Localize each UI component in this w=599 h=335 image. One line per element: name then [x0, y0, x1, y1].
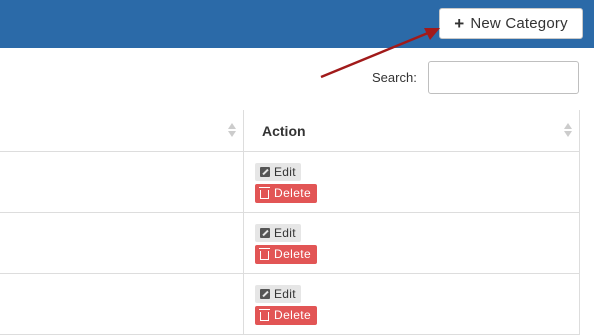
delete-button[interactable]: Delete: [255, 244, 318, 264]
trash-icon: [259, 308, 270, 321]
column-header-action[interactable]: Action: [243, 110, 580, 152]
pencil-icon: [260, 166, 270, 177]
trash-icon: [259, 186, 270, 199]
edit-button[interactable]: Edit: [255, 284, 301, 303]
table-cell-name: [0, 212, 244, 274]
search-input[interactable]: [428, 61, 579, 94]
table-cell-actions: Edit Delete: [243, 273, 580, 335]
plus-icon: +: [454, 14, 465, 33]
sort-icon: [564, 122, 573, 138]
search-label: Search:: [372, 70, 417, 85]
table-row: Edit Delete: [0, 151, 580, 213]
table-cell-name: [0, 151, 244, 213]
delete-button[interactable]: Delete: [255, 183, 318, 203]
edit-button[interactable]: Edit: [255, 223, 301, 242]
table-row: Edit Delete: [0, 273, 580, 335]
pencil-icon: [260, 288, 270, 299]
edit-button[interactable]: Edit: [255, 162, 301, 181]
table-cell-actions: Edit Delete: [243, 151, 580, 213]
new-category-label: New Category: [470, 15, 568, 32]
column-header-name[interactable]: [0, 110, 244, 152]
sort-icon: [228, 122, 237, 138]
categories-table: Action Edit Delete Edit Delete Edit Dele…: [0, 110, 580, 335]
trash-icon: [259, 247, 270, 260]
table-cell-name: [0, 273, 244, 335]
frame-edge: [594, 0, 599, 321]
table-header-row: Action: [0, 110, 580, 152]
table-row: Edit Delete: [0, 212, 580, 274]
pencil-icon: [260, 227, 270, 238]
table-cell-actions: Edit Delete: [243, 212, 580, 274]
new-category-button[interactable]: + New Category: [439, 8, 583, 39]
delete-button[interactable]: Delete: [255, 305, 318, 325]
